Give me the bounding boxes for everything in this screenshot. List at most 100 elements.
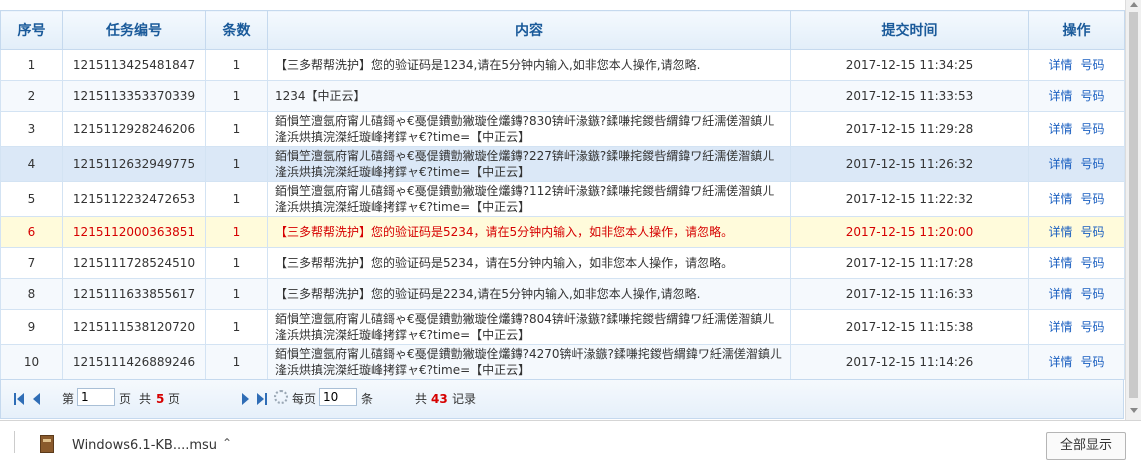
column-header-count[interactable]: 条数 (205, 10, 268, 50)
page-number-input[interactable] (77, 388, 115, 406)
detail-link[interactable]: 详情 (1048, 355, 1072, 369)
number-link[interactable]: 号码 (1081, 225, 1105, 239)
cell-time: 2017-12-15 11:20:00 (790, 216, 1029, 248)
cell-content: 【三多帮帮洗护】您的验证码是2234,请在5分钟内输入,如非您本人操作,请忽略. (267, 278, 791, 310)
detail-link[interactable]: 详情 (1048, 320, 1072, 334)
number-link[interactable]: 号码 (1081, 58, 1105, 72)
cell-task-id: 1215111538120720 (62, 309, 206, 345)
per-page-input[interactable] (319, 388, 357, 406)
cell-task-id: 1215113425481847 (62, 49, 206, 81)
per-page-unit: 条 (361, 392, 374, 406)
table-header-row: 序号 任务编号 条数 内容 提交时间 操作 (0, 10, 1125, 50)
file-icon (40, 435, 54, 453)
show-all-button[interactable]: 全部显示 (1046, 432, 1126, 460)
first-page-icon[interactable] (17, 393, 24, 405)
number-link[interactable]: 号码 (1081, 256, 1105, 270)
number-link[interactable]: 号码 (1081, 89, 1105, 103)
cell-content: 【三多帮帮洗护】您的验证码是1234,请在5分钟内输入,如非您本人操作,请忽略. (267, 49, 791, 81)
detail-link[interactable]: 详情 (1048, 58, 1072, 72)
cell-ops: 详情 号码 (1028, 111, 1125, 147)
table-row[interactable]: 5 1215112232472653 1 銆愪笁澶氬府甯ㄦ礂鎶ゃ€戞偍鐨勯獙璇佺… (0, 181, 1125, 217)
number-link[interactable]: 号码 (1081, 192, 1105, 206)
task-grid: 序号 任务编号 条数 内容 提交时间 操作 1 1215113425481847… (0, 0, 1125, 419)
cell-ops: 详情 号码 (1028, 216, 1125, 248)
table-row-highlighted[interactable]: 6 1215112000363851 1 【三多帮帮洗护】您的验证码是5234，… (0, 216, 1125, 248)
detail-link[interactable]: 详情 (1048, 225, 1072, 239)
next-page-icon[interactable] (242, 393, 249, 405)
cell-task-id: 1215111426889246 (62, 344, 206, 380)
detail-link[interactable]: 详情 (1048, 287, 1072, 301)
detail-link[interactable]: 详情 (1048, 192, 1072, 206)
cell-task-id: 1215111633855617 (62, 278, 206, 310)
column-header-task-id[interactable]: 任务编号 (62, 10, 206, 50)
table-row[interactable]: 8 1215111633855617 1 【三多帮帮洗护】您的验证码是2234,… (0, 278, 1125, 310)
cell-task-id: 1215111728524510 (62, 247, 206, 279)
column-header-time[interactable]: 提交时间 (790, 10, 1029, 50)
chevron-up-icon[interactable]: ⌃ (222, 436, 232, 450)
cell-ops: 详情 号码 (1028, 309, 1125, 345)
vertical-scrollbar[interactable] (1125, 0, 1141, 420)
cell-count: 1 (205, 216, 268, 248)
cell-seq: 6 (0, 216, 63, 248)
table-row[interactable]: 7 1215111728524510 1 【三多帮帮洗护】您的验证码是5234，… (0, 247, 1125, 279)
table-row[interactable]: 9 1215111538120720 1 銆愪笁澶氬府甯ㄦ礂鎶ゃ€戞偍鐨勯獙璇佺… (0, 309, 1125, 345)
table-row[interactable]: 3 1215112928246206 1 銆愪笁澶氬府甯ㄦ礂鎶ゃ€戞偍鐨勯獙璇佺… (0, 111, 1125, 147)
total-records-suffix: 记录 (452, 392, 477, 406)
cell-seq: 9 (0, 309, 63, 345)
detail-link[interactable]: 详情 (1048, 89, 1072, 103)
cell-time: 2017-12-15 11:29:28 (790, 111, 1029, 147)
cell-seq: 3 (0, 111, 63, 147)
download-bar: Windows6.1-KB....msu ⌃ 全部显示 (0, 420, 1141, 460)
cell-ops: 详情 号码 (1028, 278, 1125, 310)
cell-seq: 8 (0, 278, 63, 310)
cell-time: 2017-12-15 11:26:32 (790, 146, 1029, 182)
detail-link[interactable]: 详情 (1048, 122, 1072, 136)
column-header-ops[interactable]: 操作 (1028, 10, 1125, 50)
table-row[interactable]: 2 1215113353370339 1 1234【中正云】 2017-12-1… (0, 80, 1125, 112)
cell-time: 2017-12-15 11:14:26 (790, 344, 1029, 380)
scrollbar-thumb[interactable] (1129, 12, 1138, 398)
cell-time: 2017-12-15 11:34:25 (790, 49, 1029, 81)
cell-content: 銆愪笁澶氬府甯ㄦ礂鎶ゃ€戞偍鐨勯獙璇佺爜鏄?4270锛屽湪鏃?鍒嗛挓鍐呰緭鍏ワ紝… (267, 344, 791, 380)
last-page-icon[interactable] (257, 393, 264, 405)
table-row[interactable]: 1 1215113425481847 1 【三多帮帮洗护】您的验证码是1234,… (0, 49, 1125, 81)
prev-page-icon[interactable] (33, 393, 40, 405)
cell-count: 1 (205, 111, 268, 147)
cell-time: 2017-12-15 11:16:33 (790, 278, 1029, 310)
scroll-down-icon[interactable] (1130, 408, 1138, 413)
cell-count: 1 (205, 247, 268, 279)
cell-count: 1 (205, 181, 268, 217)
number-link[interactable]: 号码 (1081, 122, 1105, 136)
task-table: 序号 任务编号 条数 内容 提交时间 操作 1 1215113425481847… (0, 10, 1125, 380)
last-page-bar (265, 393, 267, 405)
cell-task-id: 1215112232472653 (62, 181, 206, 217)
cell-content: 銆愪笁澶氬府甯ㄦ礂鎶ゃ€戞偍鐨勯獙璇佺爜鏄?112锛屽湪鏃?鍒嗛挓鍐呰緭鍏ワ紝濡… (267, 181, 791, 217)
cell-seq: 2 (0, 80, 63, 112)
cell-ops: 详情 号码 (1028, 146, 1125, 182)
total-pages-suffix: 页 (168, 392, 181, 406)
scroll-up-icon[interactable] (1130, 2, 1138, 7)
number-link[interactable]: 号码 (1081, 157, 1105, 171)
total-records-value: 43 (431, 392, 448, 406)
cell-count: 1 (205, 278, 268, 310)
cell-ops: 详情 号码 (1028, 344, 1125, 380)
detail-link[interactable]: 详情 (1048, 157, 1072, 171)
refresh-icon[interactable] (274, 390, 288, 404)
number-link[interactable]: 号码 (1081, 287, 1105, 301)
number-link[interactable]: 号码 (1081, 355, 1105, 369)
cell-content: 【三多帮帮洗护】您的验证码是5234，请在5分钟内输入，如非您本人操作，请忽略。 (267, 216, 791, 248)
cell-content: 1234【中正云】 (267, 80, 791, 112)
detail-link[interactable]: 详情 (1048, 256, 1072, 270)
page-suffix: 页 (119, 392, 132, 406)
cell-count: 1 (205, 49, 268, 81)
download-file-name[interactable]: Windows6.1-KB....msu (72, 438, 217, 453)
table-row-selected[interactable]: 4 1215112632949775 1 銆愪笁澶氬府甯ㄦ礂鎶ゃ€戞偍鐨勯獙璇佺… (0, 146, 1125, 182)
cell-content: 銆愪笁澶氬府甯ㄦ礂鎶ゃ€戞偍鐨勯獙璇佺爜鏄?830锛屽湪鏃?鍒嗛挓鍐呰緭鍏ワ紝濡… (267, 111, 791, 147)
total-records-prefix: 共 (415, 392, 428, 406)
cell-time: 2017-12-15 11:17:28 (790, 247, 1029, 279)
page-prefix: 第 (62, 392, 75, 406)
number-link[interactable]: 号码 (1081, 320, 1105, 334)
column-header-content[interactable]: 内容 (267, 10, 791, 50)
column-header-seq[interactable]: 序号 (0, 10, 63, 50)
table-row[interactable]: 10 1215111426889246 1 銆愪笁澶氬府甯ㄦ礂鎶ゃ€戞偍鐨勯獙璇… (0, 344, 1125, 380)
